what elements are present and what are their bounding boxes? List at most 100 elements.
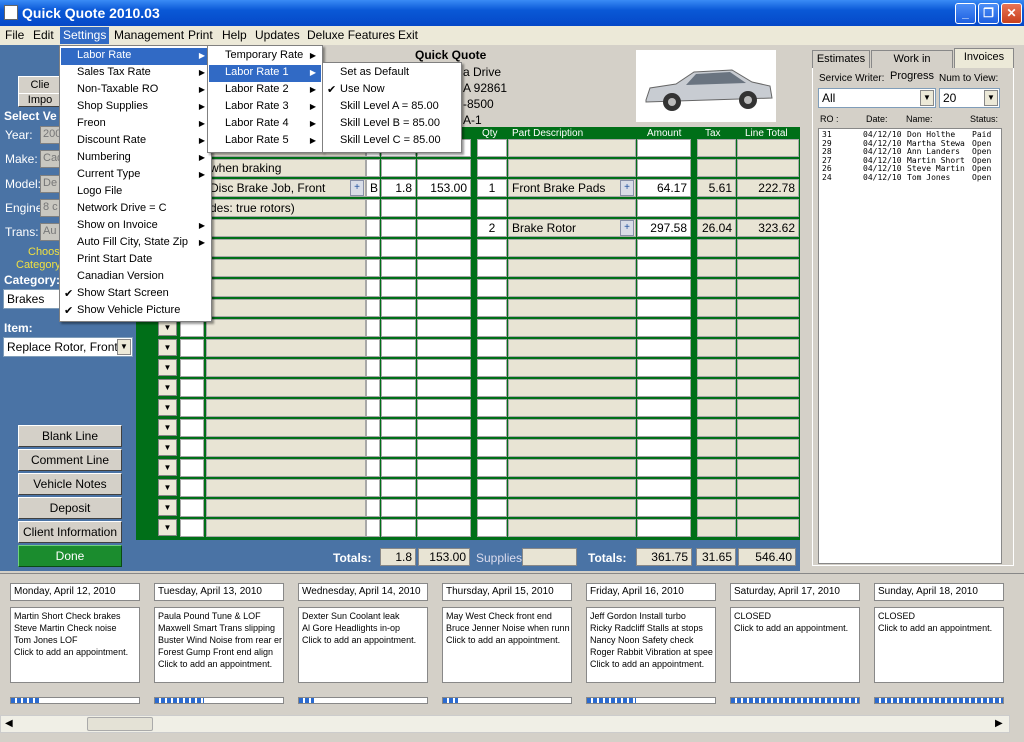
part-description-field[interactable] [508,259,636,277]
labor-rate-menu-item[interactable]: Labor Rate 4 ▶ [209,116,321,133]
settings-menu-item[interactable]: Print Start Date [61,252,210,269]
skill-field[interactable] [366,459,380,477]
line-tech-field[interactable] [180,459,204,477]
labor-amount-field[interactable] [417,279,471,297]
labor-amount-field[interactable] [417,259,471,277]
settings-menu-item[interactable]: Discount Rate ▶ [61,133,210,150]
part-description-field[interactable] [508,279,636,297]
import-button[interactable]: Impo [18,93,62,107]
labor-description-field[interactable] [206,519,366,537]
labor-amount-field[interactable] [417,499,471,517]
appointment-item[interactable]: Steve Martin Check noise [14,622,136,634]
day-appointments[interactable]: Paula Pound Tune & LOF Maxwell Smart Tran… [154,607,284,683]
amount-field[interactable] [637,419,691,437]
qty-field[interactable] [477,199,507,217]
part-description-field[interactable] [508,439,636,457]
hours-field[interactable] [381,439,416,457]
appointment-item[interactable]: Click to add an appointment. [14,646,136,658]
appointment-item[interactable]: Al Gore Headlights in-op [302,622,424,634]
settings-menu-item[interactable]: Show on Invoice ▶ [61,218,210,235]
line-type-dropdown[interactable]: ▼ [158,359,177,376]
hours-field[interactable] [381,279,416,297]
amount-field[interactable] [637,239,691,257]
qty-field[interactable] [477,359,507,377]
horizontal-scrollbar[interactable]: ◀ ▶ [0,715,1010,733]
line-type-dropdown[interactable]: ▼ [158,419,177,436]
vehicle-notes-button[interactable]: Vehicle Notes [18,473,122,495]
appointment-item[interactable]: Ricky Radcliff Stalls at stops [590,622,712,634]
category-link[interactable]: Category [16,259,61,271]
labor-description-field[interactable] [206,239,366,257]
labor-description-field[interactable] [206,259,366,277]
line-type-dropdown[interactable]: ▼ [158,339,177,356]
appointment-item[interactable]: May West Check front end [446,610,568,622]
chevron-down-icon[interactable]: ▼ [920,90,934,106]
service-writer-select[interactable]: All ▼ [818,88,936,108]
settings-menu-item[interactable]: Canadian Version [61,269,210,286]
part-description-field[interactable]: Front Brake Pads [508,179,636,197]
hours-field[interactable] [381,339,416,357]
part-description-field[interactable] [508,159,636,177]
client-button[interactable]: Clie [18,76,62,94]
menu-settings[interactable]: Settings [60,27,110,44]
menu-updates[interactable]: Updates [255,28,300,42]
skill-field[interactable] [366,379,380,397]
menu-management[interactable]: Management [114,28,184,42]
amount-field[interactable] [637,459,691,477]
minimize-icon[interactable]: _ [955,3,976,24]
appointment-item[interactable]: Bruce Jenner Noise when runn [446,622,570,634]
qty-field[interactable] [477,299,507,317]
scroll-left-icon[interactable]: ◀ [5,718,13,729]
labor-rate-menu-item[interactable]: Temporary Rate ▶ [209,48,321,65]
qty-field[interactable] [477,399,507,417]
comment-line-button[interactable]: Comment Line [18,449,122,471]
part-description-field[interactable] [508,139,636,157]
labor-description-field[interactable] [206,219,366,237]
restore-icon[interactable]: ❐ [978,3,999,24]
menu-deluxe-features[interactable]: Deluxe Features [307,28,395,42]
appointment-item[interactable]: Jeff Gordon Install turbo [590,610,712,622]
hours-field[interactable] [381,399,416,417]
appointment-item[interactable]: Click to add an appointment. [446,634,568,646]
qty-field[interactable] [477,499,507,517]
labor-description-field[interactable] [206,499,366,517]
skill-field[interactable] [366,199,380,217]
appointment-item[interactable]: Nancy Noon Safety check [590,634,712,646]
hours-field[interactable] [381,219,416,237]
skill-field[interactable] [366,259,380,277]
part-description-field[interactable] [508,199,636,217]
qty-field[interactable] [477,259,507,277]
labor-amount-field[interactable] [417,219,471,237]
qty-field[interactable] [477,139,507,157]
line-type-dropdown[interactable]: ▼ [158,439,177,456]
appointment-item[interactable]: Roger Rabbit Vibration at spee [590,646,713,658]
labor-amount-field[interactable] [417,339,471,357]
labor-description-field[interactable] [206,439,366,457]
part-description-field[interactable] [508,379,636,397]
line-tech-field[interactable] [180,379,204,397]
hours-field[interactable] [381,259,416,277]
line-tech-field[interactable] [180,479,204,497]
settings-menu-item[interactable]: Labor Rate ▶ [61,48,210,65]
labor-rate-menu-item[interactable]: Labor Rate 1 ▶ [209,65,321,82]
amount-field[interactable] [637,399,691,417]
skill-field[interactable] [366,319,380,337]
settings-menu-item[interactable]: ✔ Show Start Screen [61,286,210,303]
labor-description-field[interactable] [206,399,366,417]
labor-amount-field[interactable] [417,459,471,477]
blank-line-button[interactable]: Blank Line [18,425,122,447]
qty-field[interactable] [477,459,507,477]
amount-field[interactable] [637,359,691,377]
qty-field[interactable] [477,339,507,357]
skill-field[interactable] [366,519,380,537]
line-tech-field[interactable] [180,519,204,537]
settings-menu-item[interactable]: Freon ▶ [61,116,210,133]
part-description-field[interactable] [508,359,636,377]
qty-field[interactable] [477,279,507,297]
qty-field[interactable]: 2 [477,219,507,237]
labor-amount-field[interactable]: 153.00 [417,179,471,197]
labor-amount-field[interactable] [417,239,471,257]
hours-field[interactable] [381,299,416,317]
hours-field[interactable] [381,519,416,537]
add-part-icon[interactable]: + [620,180,634,196]
